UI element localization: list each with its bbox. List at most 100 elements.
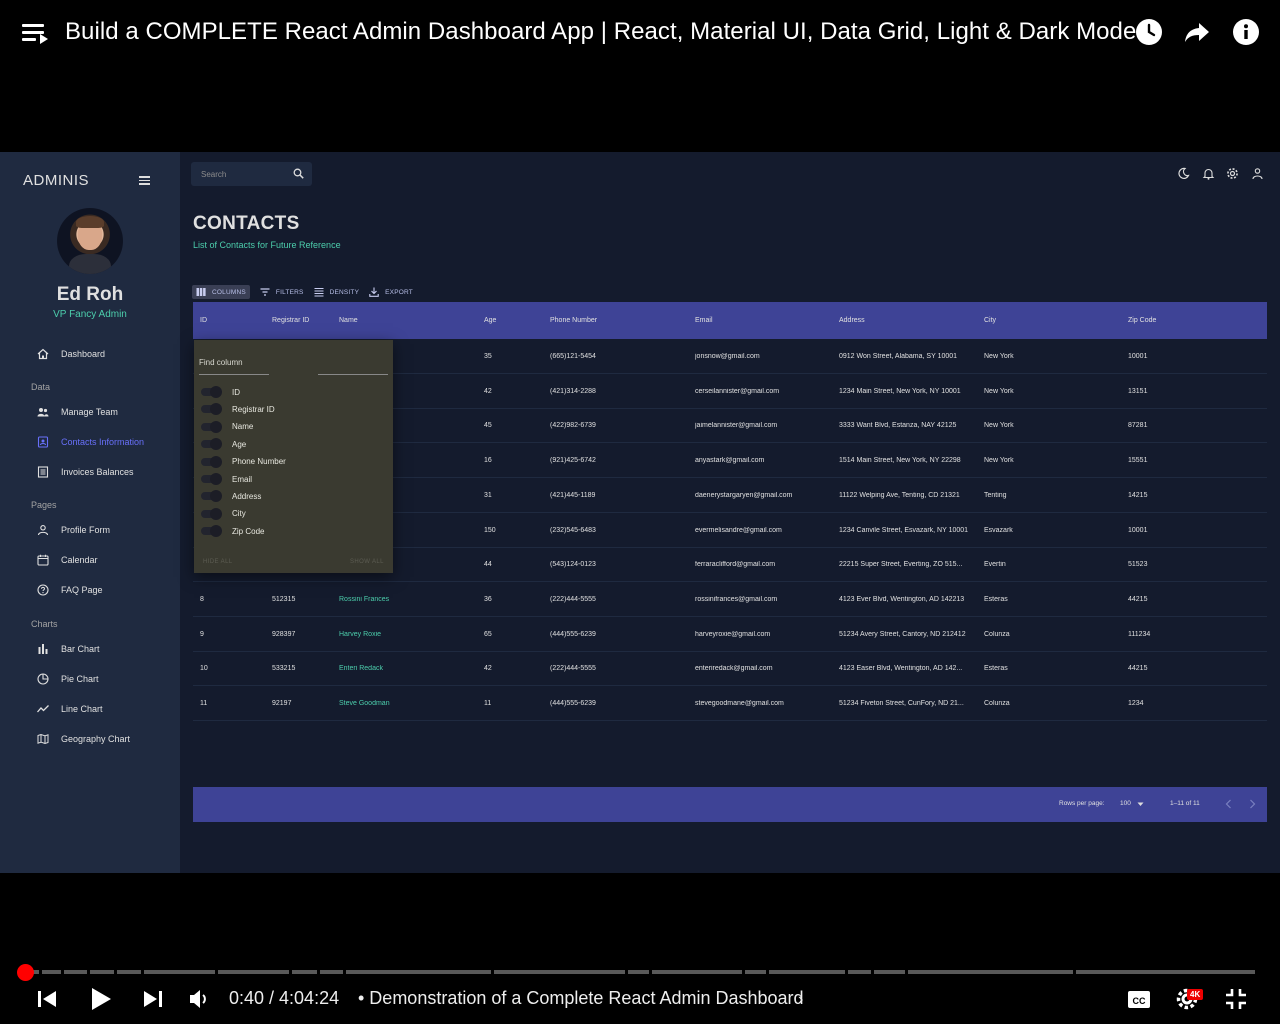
column-header-registrar-id[interactable]: Registrar ID xyxy=(272,317,309,324)
toggle-switch[interactable] xyxy=(201,490,222,503)
find-column-underline xyxy=(199,374,269,375)
sidebar-item-calendar[interactable]: Calendar xyxy=(37,552,98,568)
menu-toggle-icon[interactable] xyxy=(139,176,150,185)
search-input[interactable] xyxy=(201,168,281,180)
rows-per-page-select[interactable]: 100 xyxy=(1120,800,1131,807)
sidebar-item-geography-chart[interactable]: Geography Chart xyxy=(37,731,130,747)
hide-all-button[interactable]: HIDE ALL xyxy=(203,559,233,565)
column-header-zip[interactable]: Zip Code xyxy=(1128,317,1156,324)
chapter-segment[interactable] xyxy=(652,970,742,974)
sidebar-item-pie-chart[interactable]: Pie Chart xyxy=(37,671,99,687)
show-all-button[interactable]: SHOW ALL xyxy=(350,559,384,565)
toggle-switch[interactable] xyxy=(201,507,222,520)
chapter-segment[interactable] xyxy=(1076,970,1255,974)
chapter-segment[interactable] xyxy=(42,970,61,974)
filters-button[interactable]: FILTERS xyxy=(260,287,304,297)
chevron-left-icon[interactable] xyxy=(1225,799,1232,809)
column-header-address[interactable]: Address xyxy=(839,317,865,324)
captions-icon[interactable]: CC xyxy=(1127,986,1151,1012)
column-toggle[interactable]: Phone Number xyxy=(201,455,286,468)
chapter-segment[interactable] xyxy=(64,970,87,974)
chapter-chevron-icon[interactable]: › xyxy=(798,991,803,1009)
sidebar-item-faq-page[interactable]: FAQ Page xyxy=(37,582,103,598)
table-row[interactable]: 10 533215 Enteri Redack 42 (222)444-5555 ente… xyxy=(193,651,1267,687)
volume-icon[interactable] xyxy=(188,986,210,1012)
column-toggle[interactable]: City xyxy=(201,507,246,520)
density-button[interactable]: DENSITY xyxy=(314,287,360,297)
toggle-switch[interactable] xyxy=(201,420,222,433)
scrubber-handle[interactable] xyxy=(17,964,34,981)
sidebar-item-contacts-information[interactable]: Contacts Information xyxy=(37,434,144,450)
progress-bar[interactable] xyxy=(24,970,1258,974)
chapter-segment[interactable] xyxy=(874,970,905,974)
toggle-switch[interactable] xyxy=(201,473,222,485)
column-toggle[interactable]: Email xyxy=(201,473,252,485)
chapter-segment[interactable] xyxy=(769,970,845,974)
toggle-switch[interactable] xyxy=(201,403,222,416)
share-icon[interactable] xyxy=(1183,18,1211,46)
chapter-segment[interactable] xyxy=(320,970,343,974)
notifications-icon[interactable] xyxy=(1202,167,1215,180)
chapter-segment[interactable] xyxy=(117,970,141,974)
column-header-city[interactable]: City xyxy=(984,317,996,324)
person-icon xyxy=(37,525,49,536)
map-icon xyxy=(37,733,49,745)
exit-fullscreen-icon[interactable] xyxy=(1224,986,1248,1012)
play-icon[interactable] xyxy=(88,986,114,1012)
toggle-switch[interactable] xyxy=(201,455,222,468)
chapter-title[interactable]: • Demonstration of a Complete React Admi… xyxy=(358,988,804,1009)
column-header-id[interactable]: ID xyxy=(200,317,207,324)
next-icon[interactable] xyxy=(142,986,164,1012)
playlist-icon[interactable] xyxy=(22,22,48,44)
table-row[interactable]: 8 512315 Rossini Frances 36 (222)444-5555 ros… xyxy=(193,582,1267,617)
column-toggle-label: Zip Code xyxy=(232,526,265,536)
chevron-down-icon[interactable] xyxy=(1137,802,1144,807)
column-header-name[interactable]: Name xyxy=(339,317,358,324)
sidebar-item-profile-form[interactable]: Profile Form xyxy=(37,522,110,538)
export-button[interactable]: EXPORT xyxy=(369,287,413,297)
column-toggle[interactable]: Name xyxy=(201,420,253,433)
chapter-segment[interactable] xyxy=(346,970,491,974)
chapter-segment[interactable] xyxy=(218,970,289,974)
column-toggle[interactable]: Zip Code xyxy=(201,525,265,538)
previous-icon[interactable] xyxy=(36,986,58,1012)
profile-icon[interactable] xyxy=(1251,167,1264,180)
table-row[interactable]: 9 928397 Harvey Roxie 65 (444)555-6239 harvey… xyxy=(193,617,1267,652)
columns-button[interactable]: COLUMNS xyxy=(192,285,250,299)
chapter-segment[interactable] xyxy=(628,970,649,974)
watch-later-icon[interactable] xyxy=(1135,18,1163,46)
find-column-input[interactable] xyxy=(199,356,269,368)
column-toggle[interactable]: Address xyxy=(201,490,261,503)
column-header-phone[interactable]: Phone Number xyxy=(550,317,597,324)
toggle-switch[interactable] xyxy=(201,438,222,451)
chapter-segment[interactable] xyxy=(745,970,766,974)
settings-icon[interactable] xyxy=(1226,167,1239,180)
sidebar-item-bar-chart[interactable]: Bar Chart xyxy=(37,641,100,657)
column-header-email[interactable]: Email xyxy=(695,317,713,324)
table-row[interactable]: 11 92197 Steve Goodman 11 (444)555-6239 steve… xyxy=(193,686,1267,721)
column-header-age[interactable]: Age xyxy=(484,317,496,324)
chapter-segment[interactable] xyxy=(494,970,625,974)
sidebar-item-line-chart[interactable]: Line Chart xyxy=(37,701,103,717)
chevron-right-icon[interactable] xyxy=(1249,799,1256,809)
chapter-segment[interactable] xyxy=(848,970,871,974)
cell-registrar-id: 533215 xyxy=(272,665,296,673)
sidebar-item-manage-team[interactable]: Manage Team xyxy=(37,404,118,420)
toggle-switch[interactable] xyxy=(201,525,222,538)
column-toggle-label: Age xyxy=(232,439,247,449)
sidebar-item-invoices-balances[interactable]: Invoices Balances xyxy=(37,464,134,480)
column-toggle[interactable]: Age xyxy=(201,438,247,451)
column-toggle[interactable]: ID xyxy=(201,386,240,398)
search-icon[interactable] xyxy=(293,168,304,179)
toggle-switch[interactable] xyxy=(201,386,222,398)
cell-city: Tenting xyxy=(984,491,1007,499)
chapter-segment[interactable] xyxy=(144,970,215,974)
chapter-segment[interactable] xyxy=(908,970,1073,974)
sidebar-item-dashboard[interactable]: Dashboard xyxy=(37,346,105,362)
chapter-segment[interactable] xyxy=(292,970,317,974)
info-icon[interactable] xyxy=(1232,18,1260,46)
dark-mode-icon[interactable] xyxy=(1177,167,1190,180)
video-title[interactable]: Build a COMPLETE React Admin Dashboard A… xyxy=(65,18,1136,46)
chapter-segment[interactable] xyxy=(90,970,114,974)
column-toggle[interactable]: Registrar ID xyxy=(201,403,275,416)
